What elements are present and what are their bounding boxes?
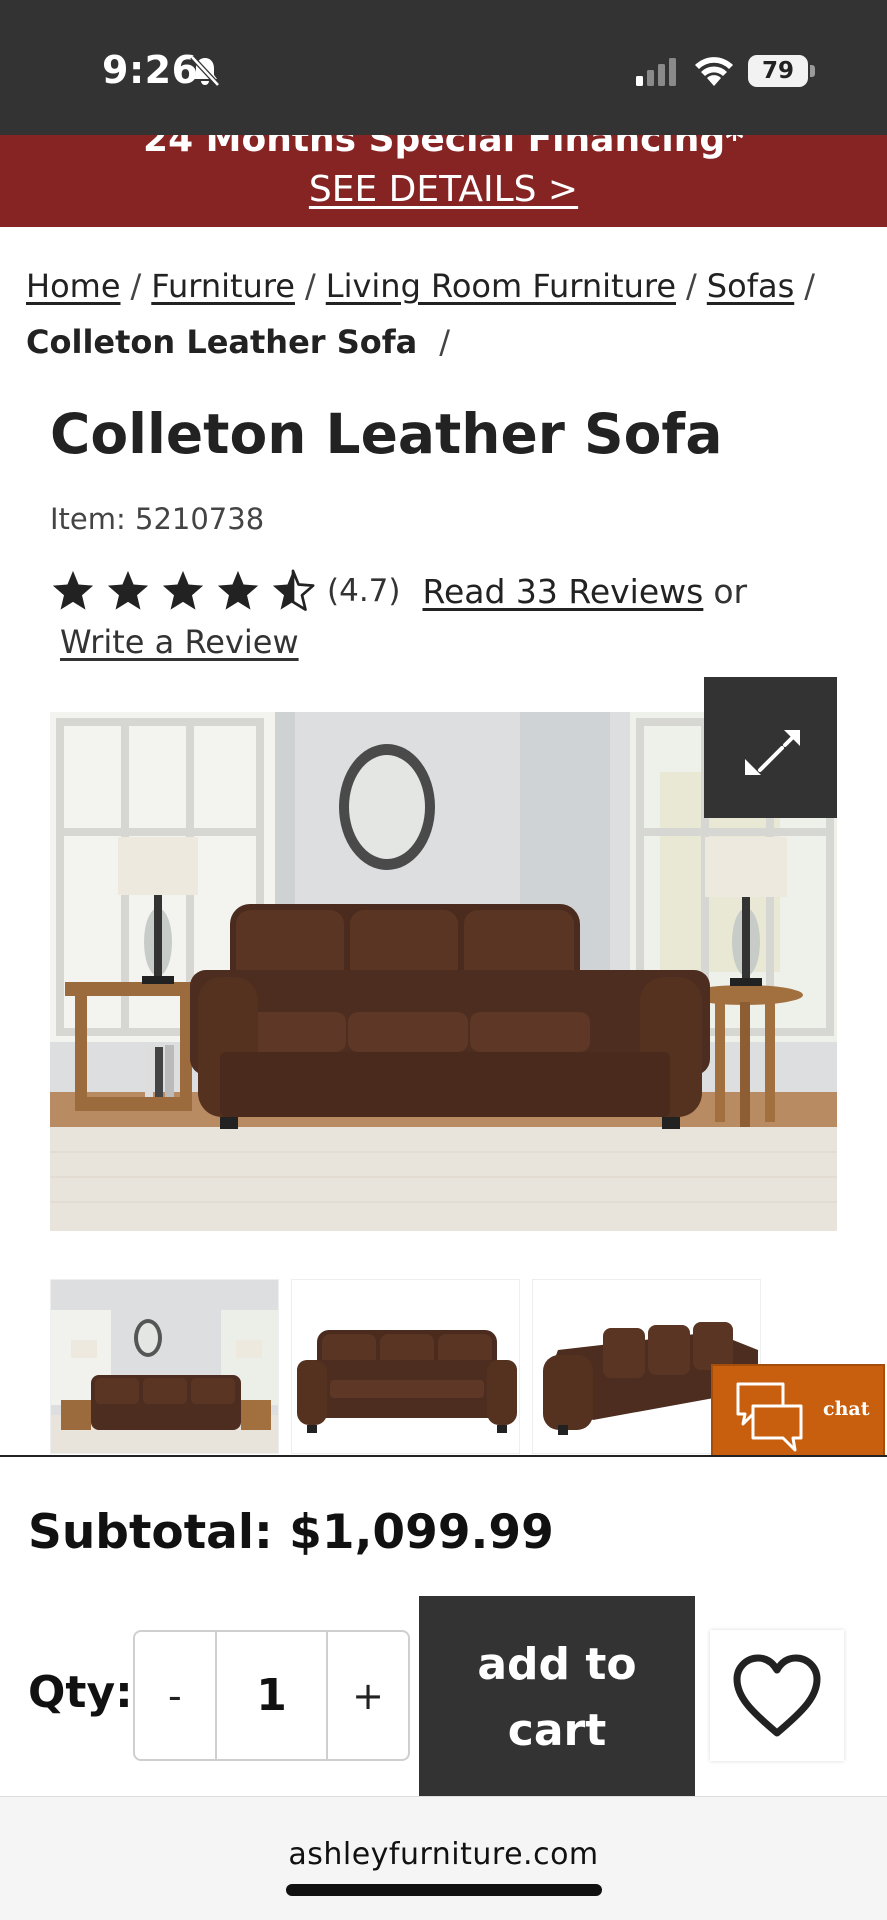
battery-icon: 79 [748,55,808,87]
qty-input[interactable]: 1 [214,1632,329,1759]
status-bar: 9:26 79 [0,0,887,135]
breadcrumb-current: Colleton Leather Sofa [26,323,418,361]
product-title: Colleton Leather Sofa [50,402,723,466]
promo-banner: 24 Months Special Financing* SEE DETAILS… [0,135,887,227]
bell-off-icon [190,55,220,87]
chat-button[interactable]: chat [711,1364,885,1460]
write-review-link[interactable]: Write a Review [60,623,299,661]
breadcrumb-separator: / [686,267,697,305]
url-text: ashleyfurniture.com [288,1837,599,1872]
star-icon [217,570,259,610]
breadcrumb: Home / Furniture / Living Room Furniture / Sof… [26,258,866,370]
breadcrumb-home[interactable]: Home [26,267,121,305]
thumbnail-image [292,1280,519,1453]
star-icon [107,570,149,610]
breadcrumb-living-room-furniture[interactable]: Living Room Furniture [326,267,676,305]
breadcrumb-separator: / [439,323,451,361]
subtotal: Subtotal: $1,099.99 [28,1505,554,1560]
read-reviews-link[interactable]: Read 33 Reviews [423,572,704,611]
item-number: Item: 5210738 [50,502,265,536]
wishlist-button[interactable] [710,1630,844,1761]
quantity-stepper: - 1 + [133,1630,410,1761]
signal-icon [636,58,676,86]
heart-icon [733,1654,821,1736]
wifi-icon [695,57,733,86]
expand-icon [745,730,800,775]
add-to-cart-label-line1: add to [477,1639,637,1690]
home-indicator [286,1884,602,1896]
status-time: 9:26 [102,48,199,92]
increase-qty-button[interactable]: + [328,1632,408,1759]
qty-label: Qty: [28,1667,133,1718]
rating-value: (4.7) [327,573,401,609]
thumbnail-room-scene[interactable] [50,1279,279,1454]
add-to-cart-button[interactable]: add to cart [419,1596,695,1798]
breadcrumb-sofas[interactable]: Sofas [707,267,794,305]
add-to-cart-label-line2: cart [507,1705,607,1756]
chat-label: chat [823,1398,870,1420]
half-star-icon [272,569,315,611]
see-details-link[interactable]: SEE DETAILS > [0,169,887,210]
browser-url-bar[interactable]: ashleyfurniture.com [0,1796,887,1920]
breadcrumb-separator: / [804,267,816,305]
or-text: or [713,571,748,611]
chat-bubbles-icon [736,1382,803,1452]
battery-nub [810,65,815,77]
rating-row: (4.7) Read 33 Reviews or [50,563,747,619]
decrease-qty-button[interactable]: - [135,1632,215,1759]
promo-title: 24 Months Special Financing* [143,135,744,160]
expand-image-button[interactable] [704,677,837,818]
breadcrumb-furniture[interactable]: Furniture [151,267,295,305]
thumbnail-image [51,1280,278,1453]
thumbnail-front-view[interactable] [291,1279,520,1454]
star-icon [52,570,94,610]
breadcrumb-separator: / [304,267,316,305]
star-icon [162,570,204,610]
breadcrumb-separator: / [130,267,142,305]
